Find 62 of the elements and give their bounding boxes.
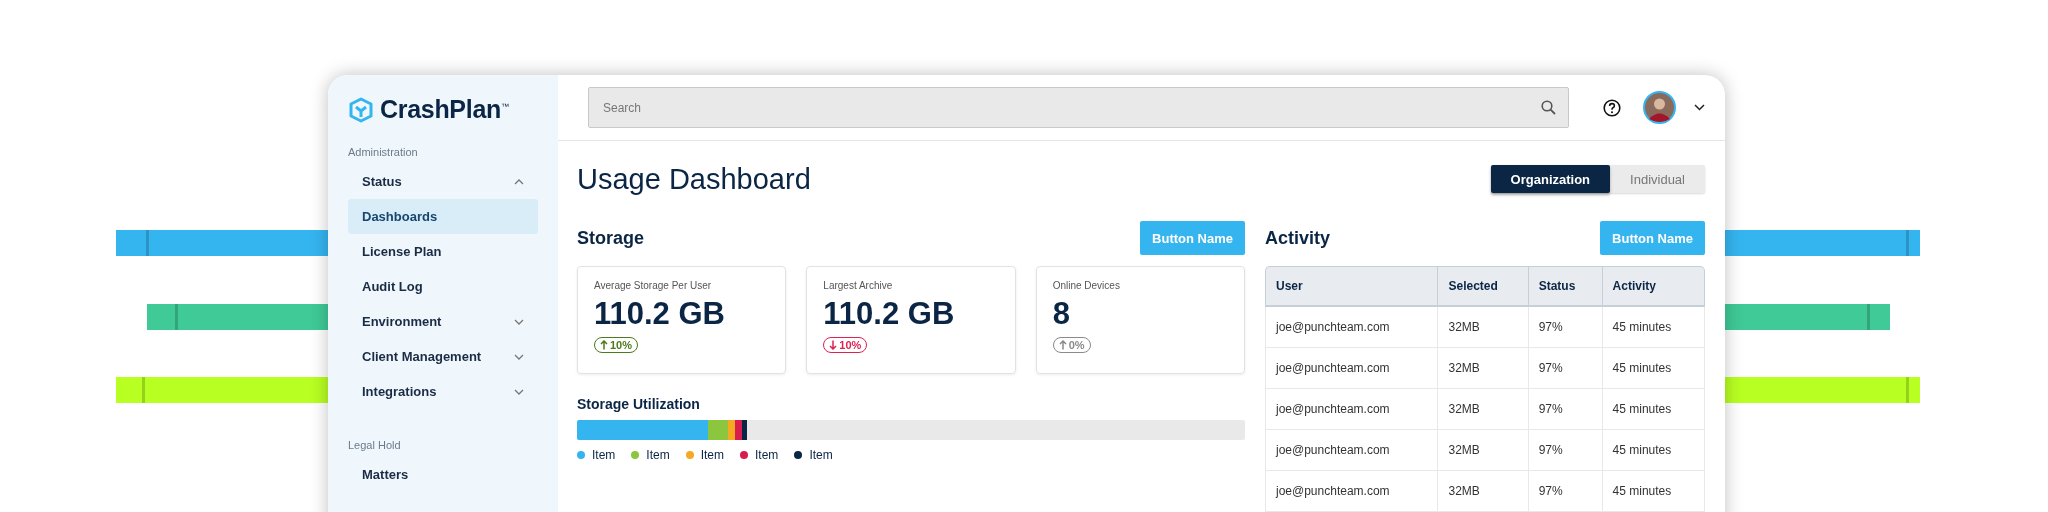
column-header: Selected bbox=[1437, 266, 1528, 307]
stat-value: 8 bbox=[1052, 296, 1071, 332]
table-cell: 97% bbox=[1527, 430, 1602, 471]
stat-label: Online Devices bbox=[1052, 280, 1121, 291]
table-cell: 97% bbox=[1527, 348, 1602, 389]
stat-value: 110.2 GB bbox=[823, 296, 956, 332]
sidebar-item[interactable]: Matters bbox=[348, 457, 538, 492]
table-cell: 45 minutes bbox=[1601, 471, 1705, 512]
sidebar-item[interactable]: Environment bbox=[348, 304, 538, 339]
section-title: Storage Utilization bbox=[577, 396, 701, 412]
table-cell: 97% bbox=[1527, 471, 1602, 512]
stat-label: Average Storage Per User bbox=[594, 280, 713, 291]
chevron-icon[interactable] bbox=[1694, 104, 1705, 111]
section-title: Storage bbox=[577, 227, 645, 249]
search-icon[interactable] bbox=[1541, 100, 1556, 115]
chevron-icon bbox=[514, 178, 524, 185]
legend-label: Item bbox=[646, 448, 670, 462]
section-heading: Legal Hold bbox=[348, 439, 402, 451]
chevron-icon bbox=[514, 318, 524, 325]
chevron-icon bbox=[514, 388, 524, 395]
legend-label: Item bbox=[592, 448, 616, 462]
section-heading: Administration bbox=[348, 146, 419, 158]
table-cell: 97% bbox=[1527, 389, 1602, 430]
avatar-icon[interactable] bbox=[1643, 91, 1676, 124]
view-toggle-tab[interactable]: Organization bbox=[1490, 165, 1611, 193]
sidebar-item[interactable]: Client Management bbox=[348, 339, 538, 374]
stat-label: Largest Archive bbox=[823, 280, 894, 291]
page-title: Usage Dashboard bbox=[577, 162, 811, 196]
table-cell: 97% bbox=[1527, 307, 1602, 348]
legend-label: Item bbox=[700, 448, 725, 462]
table-cell: joe@punchteam.com bbox=[1265, 430, 1438, 471]
table-cell: 32MB bbox=[1437, 430, 1528, 471]
table-cell: 32MB bbox=[1437, 307, 1528, 348]
column-header: User bbox=[1265, 266, 1438, 307]
legend-label: Item bbox=[809, 448, 833, 462]
logo-text: CrashPlan$^{™}$ bbox=[380, 95, 509, 124]
table-cell: 45 minutes bbox=[1601, 430, 1705, 471]
sidebar-item[interactable]: Dashboards bbox=[348, 199, 538, 234]
table-cell: 45 minutes bbox=[1601, 307, 1705, 348]
view-toggle-tab[interactable]: Individual bbox=[1610, 165, 1705, 193]
table-cell: 45 minutes bbox=[1601, 348, 1705, 389]
table-cell: 32MB bbox=[1437, 389, 1528, 430]
legend-label: Item bbox=[755, 448, 779, 462]
table-cell: joe@punchteam.com bbox=[1265, 389, 1438, 430]
sidebar-item[interactable]: Audit Log bbox=[348, 269, 538, 304]
column-header: Activity bbox=[1601, 266, 1705, 307]
table-cell: 45 minutes bbox=[1601, 389, 1705, 430]
stat-value: 110.2 GB bbox=[594, 296, 726, 332]
sidebar-item[interactable]: Integrations bbox=[348, 374, 538, 409]
table-cell: 32MB bbox=[1437, 471, 1528, 512]
table-cell: joe@punchteam.com bbox=[1265, 348, 1438, 389]
table-cell: joe@punchteam.com bbox=[1265, 307, 1438, 348]
sidebar-item[interactable]: License Plan bbox=[348, 234, 538, 269]
search-field[interactable]: Search bbox=[588, 87, 1569, 128]
sidebar-item[interactable]: Status bbox=[348, 164, 538, 199]
cube-icon bbox=[348, 96, 374, 123]
table-cell: joe@punchteam.com bbox=[1265, 471, 1438, 512]
chevron-icon bbox=[514, 353, 524, 360]
section-title: Activity bbox=[1265, 227, 1331, 249]
column-header: Status bbox=[1527, 266, 1602, 307]
table-cell: 32MB bbox=[1437, 348, 1528, 389]
help-icon[interactable] bbox=[1603, 98, 1621, 117]
